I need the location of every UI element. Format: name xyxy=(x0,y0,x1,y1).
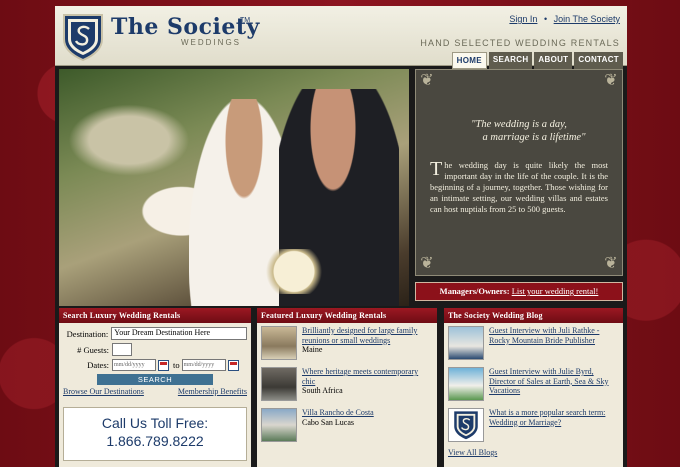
quote-text: "The wedding is a day, a marriage is a l… xyxy=(430,118,608,144)
blog-thumbnail[interactable] xyxy=(448,326,484,360)
end-date-input[interactable]: mm/dd/yyyy xyxy=(181,359,226,371)
list-item[interactable]: Guest Interview with Julie Byrd, Directo… xyxy=(444,364,623,405)
blog-post-link[interactable]: Guest Interview with Julie Byrd, Directo… xyxy=(489,367,609,395)
trademark: TM xyxy=(240,17,251,24)
search-form: Destination: Your Dream Destination Here… xyxy=(59,323,251,385)
blog-post-link[interactable]: What is a more popular search term: Wedd… xyxy=(489,408,605,427)
blog-post-link[interactable]: Guest Interview with Juli Rathke - Rocky… xyxy=(489,326,599,345)
tab-about[interactable]: ABOUT xyxy=(534,52,573,69)
site-title[interactable]: The Society xyxy=(111,14,260,40)
destination-input[interactable]: Your Dream Destination Here xyxy=(111,327,247,340)
listing-title-link[interactable]: Brilliantly designed for large family re… xyxy=(302,326,417,345)
dates-label: Dates: xyxy=(87,360,109,370)
shield-logo-icon xyxy=(454,411,478,440)
search-button[interactable]: SEARCH xyxy=(97,374,213,385)
list-rental-link[interactable]: List your wedding rental! xyxy=(512,286,599,296)
managers-label: Managers/Owners: xyxy=(439,286,510,296)
listing-thumbnail[interactable] xyxy=(261,408,297,442)
browse-destinations-link[interactable]: Browse Our Destinations xyxy=(63,387,144,396)
blog-thumbnail[interactable] xyxy=(448,408,484,442)
toll-free-box: Call Us Toll Free: 1.866.789.8222 xyxy=(63,407,247,461)
list-item[interactable]: Guest Interview with Juli Rathke - Rocky… xyxy=(444,323,623,364)
search-panel-heading: Search Luxury Wedding Rentals xyxy=(59,308,251,323)
listing-thumbnail[interactable] xyxy=(261,326,297,360)
featured-panel: Featured Luxury Wedding Rentals Brillian… xyxy=(257,308,437,467)
tab-contact[interactable]: CONTACT xyxy=(574,52,623,69)
tab-search[interactable]: SEARCH xyxy=(488,52,533,69)
drop-cap: T xyxy=(430,158,443,180)
search-links: Browse Our Destinations Membership Benef… xyxy=(59,387,251,396)
ornament-icon: ❦ xyxy=(420,255,434,272)
hero-bouquet xyxy=(264,249,324,294)
listing-thumbnail[interactable] xyxy=(261,367,297,401)
list-item[interactable]: Where heritage meets contemporary chic S… xyxy=(257,364,437,405)
listing-title-link[interactable]: Where heritage meets contemporary chic xyxy=(302,367,418,386)
calendar-icon[interactable] xyxy=(158,359,169,371)
guests-label: # Guests: xyxy=(77,344,109,355)
quote-body: T he wedding day is quite likely the mos… xyxy=(430,158,608,215)
quote-body-text: he wedding day is quite likely the most … xyxy=(430,160,608,214)
calendar-icon[interactable] xyxy=(227,359,239,371)
to-label: to xyxy=(173,360,180,370)
sign-in-link[interactable]: Sign In xyxy=(509,14,537,24)
listing-location: Cabo San Lucas xyxy=(302,417,354,427)
featured-panel-heading: Featured Luxury Wedding Rentals xyxy=(257,308,437,323)
blog-panel-heading: The Society Wedding Blog xyxy=(444,308,623,323)
main-nav: HOME SEARCH ABOUT CONTACT xyxy=(451,52,623,69)
site-subtitle: WEDDINGS xyxy=(181,38,241,47)
logo-shield-icon[interactable] xyxy=(62,13,104,61)
page-container: The Society TM WEDDINGS Sign In • Join T… xyxy=(55,6,627,467)
hero-wedding-photo xyxy=(59,69,409,306)
toll-free-label: Call Us Toll Free: xyxy=(101,415,209,431)
listing-title-link[interactable]: Villa Rancho de Costa xyxy=(302,408,374,417)
site-header: The Society TM WEDDINGS Sign In • Join T… xyxy=(55,6,627,69)
listing-location: Maine xyxy=(302,345,323,354)
membership-benefits-link[interactable]: Membership Benefits xyxy=(178,387,247,396)
link-separator: • xyxy=(543,14,548,24)
quote-line-1: "The wedding is a day, xyxy=(471,119,567,130)
listing-location: South Africa xyxy=(302,386,343,395)
quote-line-2: a marriage is a lifetime" xyxy=(482,132,586,143)
quote-box: ❦ ❦ ❦ ❦ "The wedding is a day, a marriag… xyxy=(415,69,623,276)
join-link[interactable]: Join The Society xyxy=(554,14,620,24)
view-all-blogs: View All Blogs xyxy=(444,446,623,459)
start-date-input[interactable]: mm/dd/yyyy xyxy=(112,359,156,371)
list-item[interactable]: What is a more popular search term: Wedd… xyxy=(444,405,623,446)
guests-input[interactable] xyxy=(112,343,132,356)
ornament-icon: ❦ xyxy=(604,72,618,89)
managers-banner: Managers/Owners: List your wedding renta… xyxy=(415,282,623,301)
list-item[interactable]: Brilliantly designed for large family re… xyxy=(257,323,437,364)
ornament-icon: ❦ xyxy=(420,72,434,89)
ornament-icon: ❦ xyxy=(604,255,618,272)
tab-home[interactable]: HOME xyxy=(451,52,487,69)
blog-thumbnail[interactable] xyxy=(448,367,484,401)
account-links: Sign In • Join The Society xyxy=(509,14,620,24)
list-item[interactable]: Villa Rancho de Costa Cabo San Lucas xyxy=(257,405,437,446)
destination-label: Destination: xyxy=(66,328,109,339)
view-all-blogs-link[interactable]: View All Blogs xyxy=(448,448,497,457)
search-panel: Search Luxury Wedding Rentals Destinatio… xyxy=(59,308,251,467)
toll-free-number[interactable]: 1.866.789.8222 xyxy=(64,433,246,449)
blog-panel: The Society Wedding Blog Guest Interview… xyxy=(444,308,623,467)
tagline: HAND SELECTED WEDDING RENTALS xyxy=(420,38,620,48)
